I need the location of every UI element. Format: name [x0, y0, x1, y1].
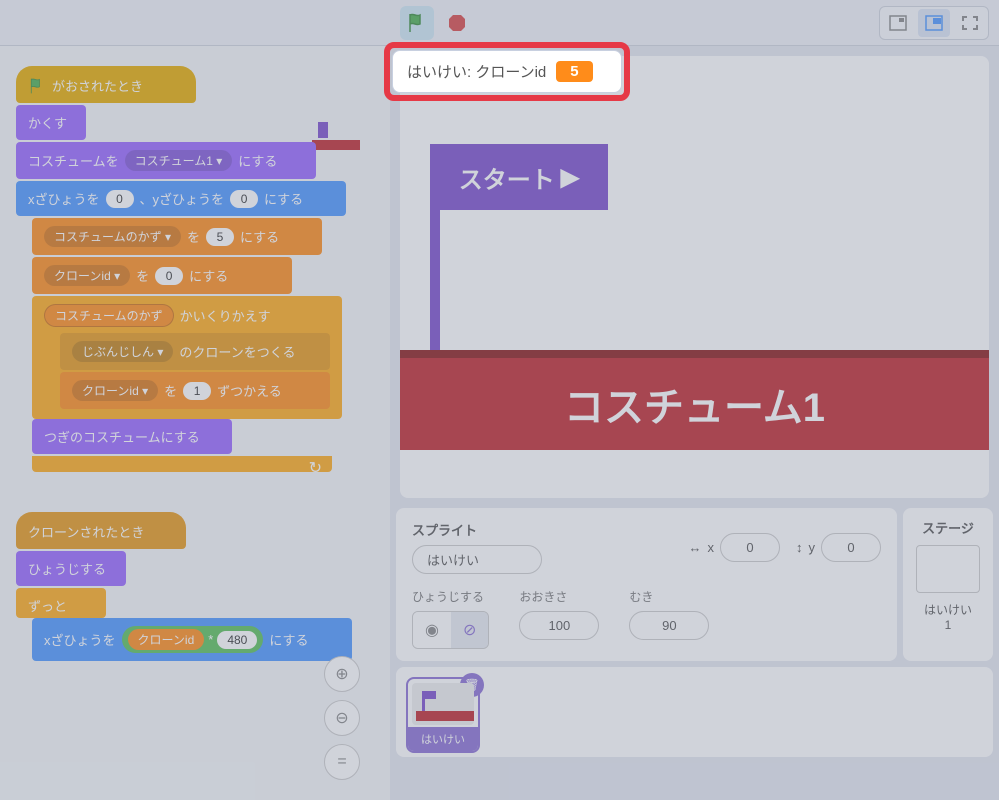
fullscreen-button[interactable]: [954, 9, 986, 37]
show-icon[interactable]: ◉: [413, 612, 451, 648]
block-create-clone[interactable]: じぶんじしん ▾のクローンをつくる: [60, 333, 330, 370]
visibility-toggle[interactable]: ◉ ⊘: [412, 611, 489, 649]
sprite-list: 🗑 はいけい: [396, 667, 993, 757]
block-hide[interactable]: かくす: [16, 105, 86, 140]
arrow-v-icon: ↕: [796, 540, 803, 555]
zoom-reset-button[interactable]: =: [324, 744, 360, 780]
block-set-x[interactable]: xざひょうをクローンid*480にする: [32, 618, 352, 661]
block-change-var[interactable]: クローンid ▾を1ずつかえる: [60, 372, 330, 409]
play-icon: ▶: [561, 163, 579, 192]
block-forever[interactable]: ずっと: [16, 588, 106, 618]
sprite-size-input[interactable]: 100: [519, 611, 599, 640]
code-area[interactable]: がおされたとき かくす コスチュームをコスチューム1 ▾にする xざひょうを0、…: [0, 46, 390, 800]
block-when-cloned[interactable]: クローンされたとき: [16, 512, 186, 549]
stage-banner: コスチューム1: [400, 350, 989, 450]
sprite-direction-input[interactable]: 90: [629, 611, 709, 640]
code-minimap: [312, 116, 360, 152]
sprite-info-panel: スプライト ↔x0 ↕y0 ひょうじする ◉ ⊘: [396, 508, 897, 661]
block-next-costume[interactable]: つぎのコスチュームにする: [32, 419, 232, 454]
stage[interactable]: スタート▶ コスチューム1: [400, 56, 989, 498]
zoom-out-button[interactable]: ⊖: [324, 700, 360, 736]
large-stage-button[interactable]: [918, 9, 950, 37]
variable-monitor[interactable]: はいけい: クローンid 5: [392, 50, 622, 93]
block-show[interactable]: ひょうじする: [16, 551, 126, 586]
block-when-flag[interactable]: がおされたとき: [16, 66, 196, 103]
hide-icon[interactable]: ⊘: [451, 612, 488, 648]
green-flag-button[interactable]: [400, 6, 434, 40]
arrow-h-icon: ↔: [689, 540, 702, 555]
block-set-var-cloneid[interactable]: クローンid ▾を0にする: [32, 257, 292, 294]
stage-selector[interactable]: ステージ はいけい 1: [903, 508, 993, 661]
highlight-annotation: はいけい: クローンid 5: [384, 42, 630, 101]
block-set-var-costume-count[interactable]: コスチュームのかず ▾を5にする: [32, 218, 322, 255]
sprite-y-input[interactable]: 0: [821, 533, 881, 562]
variable-monitor-label: はいけい: クローンid: [407, 61, 546, 82]
block-set-costume[interactable]: コスチュームをコスチューム1 ▾にする: [16, 142, 316, 179]
stop-button[interactable]: [440, 6, 474, 40]
small-stage-button[interactable]: [882, 9, 914, 37]
variable-monitor-value: 5: [556, 61, 592, 82]
sprite-name-input[interactable]: [412, 545, 542, 574]
stage-thumbnail: [916, 545, 980, 593]
zoom-in-button[interactable]: ⊕: [324, 656, 360, 692]
block-repeat[interactable]: コスチュームのかずかいくりかえす じぶんじしん ▾のクローンをつくる クローンi…: [32, 296, 342, 419]
block-goto-xy[interactable]: xざひょうを0、yざひょうを0にする: [16, 181, 346, 216]
sprite-item[interactable]: 🗑 はいけい: [406, 677, 480, 753]
sprite-x-input[interactable]: 0: [720, 533, 780, 562]
sprite-label: スプライト: [412, 520, 542, 539]
